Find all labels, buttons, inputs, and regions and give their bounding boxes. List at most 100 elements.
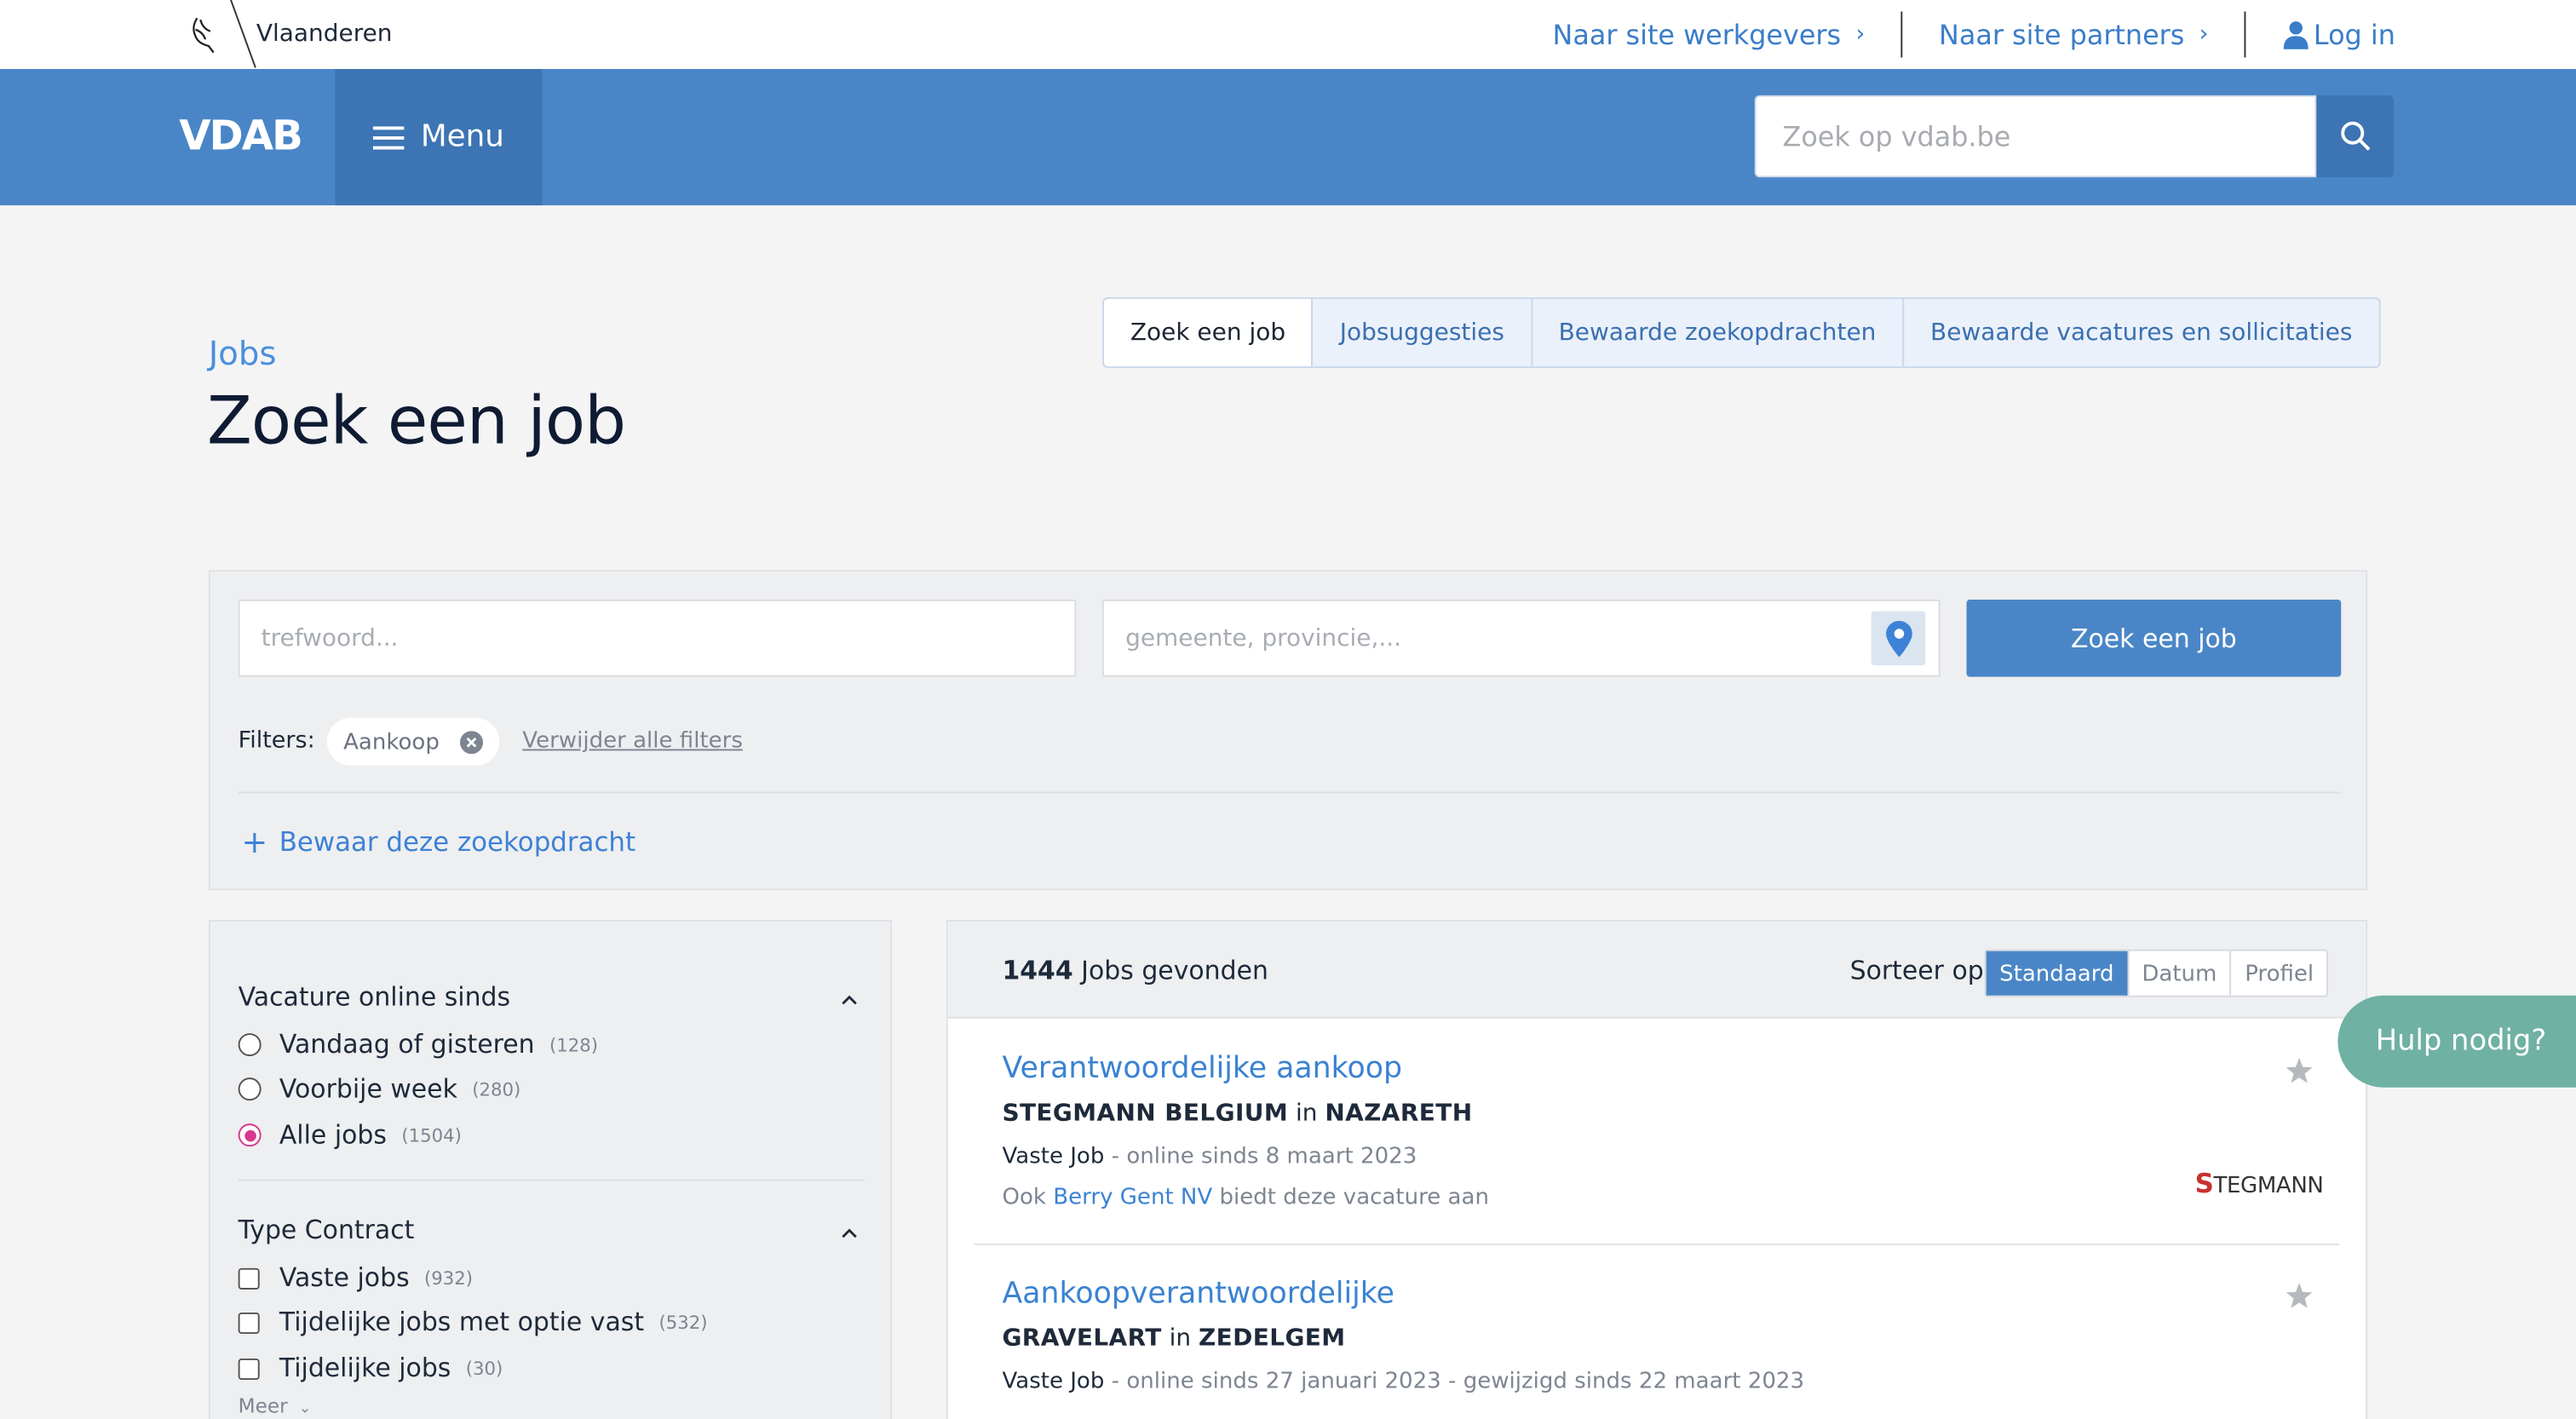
star-icon[interactable] [2286, 1058, 2314, 1084]
more-options-link[interactable]: Meer ⌄ [239, 1394, 312, 1417]
divider [2244, 11, 2246, 58]
job-also-offered: Ook Berry Gent NV biedt deze vacature aa… [1002, 1185, 1489, 1211]
sort-options: Standaard Datum Profiel [1984, 949, 2329, 997]
also-suffix: biedt deze vacature aan [1212, 1184, 1489, 1211]
menu-label: Menu [420, 119, 504, 155]
link-site-employers[interactable]: Naar site werkgevers › [1553, 19, 1866, 50]
sort-standard[interactable]: Standaard [1986, 951, 2127, 996]
lion-icon [193, 17, 215, 54]
job-type: Vaste Job [1002, 1368, 1105, 1395]
facet-online-since-title[interactable]: Vacature online sinds [239, 982, 510, 1012]
company-logo-text: TEGMANN [2213, 1173, 2324, 1199]
company-name: GRAVELART [1002, 1325, 1162, 1353]
company-in: in [1169, 1325, 1192, 1353]
divider [238, 1179, 865, 1181]
option-label: Vandaag of gisteren [279, 1030, 535, 1060]
more-label: Meer [238, 1394, 288, 1418]
job-type: Vaste Job [1002, 1143, 1105, 1170]
checkbox[interactable] [238, 1357, 260, 1380]
job-title-link[interactable]: Aankoopverantwoordelijke [1002, 1277, 1394, 1312]
search-job-button[interactable]: Zoek een job [1966, 599, 2342, 677]
link-site-partners[interactable]: Naar site partners › [1939, 19, 2208, 50]
tab-job-suggestions[interactable]: Jobsuggesties [1311, 299, 1531, 367]
logo-divider [230, 0, 256, 68]
location-pin-button[interactable] [1871, 611, 1926, 666]
save-search-link[interactable]: + Bewaar deze zoekopdracht [242, 826, 636, 858]
help-button[interactable]: Hulp nodig? [2337, 995, 2576, 1088]
remove-all-filters-link[interactable]: Verwijder alle filters [522, 727, 743, 754]
job-company: GRAVELART in ZEDELGEM [1002, 1325, 1345, 1352]
job-search-panel: Zoek een job Filters: Aankoop Verwijder … [208, 570, 2368, 891]
filters-label: Filters: [238, 727, 315, 755]
radio-button-selected[interactable] [238, 1123, 262, 1147]
login-link[interactable]: Log in [2282, 19, 2395, 50]
results-header: 1444 Jobs gevonden Sorteer op Standaard … [947, 921, 2366, 1019]
sort-date[interactable]: Datum [2126, 951, 2230, 996]
job-location: ZEDELGEM [1199, 1325, 1346, 1353]
filter-sidebar: Vacature online sinds Vandaag of gistere… [208, 920, 893, 1419]
also-company-link[interactable]: Berry Gent NV [1053, 1185, 1212, 1211]
radio-today[interactable]: Vandaag of gisteren (128) [238, 1030, 599, 1060]
chevron-up-icon[interactable] [841, 994, 857, 1007]
checkbox[interactable] [238, 1311, 260, 1334]
main-header: VDAB Menu [0, 69, 2576, 206]
company-logo: STEGMANN [2195, 1168, 2324, 1199]
sort-profile[interactable]: Profiel [2229, 951, 2327, 996]
job-location: NAZARETH [1325, 1100, 1473, 1128]
login-label: Log in [2313, 19, 2395, 50]
option-label: Alle jobs [279, 1120, 387, 1151]
chevron-up-icon[interactable] [841, 1227, 857, 1240]
facet-contract-title[interactable]: Type Contract [239, 1215, 415, 1245]
remove-filter-icon[interactable] [459, 730, 483, 754]
company-in: in [1295, 1100, 1318, 1128]
search-icon [2340, 121, 2370, 151]
checkbox-temp-option-permanent[interactable]: Tijdelijke jobs met optie vast (532) [238, 1307, 708, 1337]
sort-label: Sorteer op [1849, 956, 1984, 986]
radio-last-week[interactable]: Voorbije week (280) [238, 1074, 520, 1105]
chevron-right-icon: › [2199, 21, 2209, 48]
keyword-input[interactable] [238, 599, 1077, 677]
menu-button[interactable]: Menu [335, 69, 543, 206]
top-links: Naar site werkgevers › Naar site partner… [1553, 0, 2395, 69]
radio-all-jobs[interactable]: Alle jobs (1504) [238, 1120, 462, 1151]
divider [974, 1243, 2340, 1245]
company-name: STEGMANN BELGIUM [1002, 1100, 1289, 1128]
tab-saved-vacancies[interactable]: Bewaarde vacatures en sollicitaties [1902, 299, 2378, 367]
user-icon [2284, 21, 2309, 49]
results-count-label: Jobs gevonden [1081, 956, 1268, 986]
filter-chip: Aankoop [326, 717, 499, 766]
site-search-button[interactable] [2316, 95, 2394, 178]
checkbox-temporary[interactable]: Tijdelijke jobs (30) [238, 1353, 503, 1383]
also-prefix: Ook [1002, 1184, 1054, 1211]
tab-search-job[interactable]: Zoek een job [1104, 299, 1312, 367]
option-label: Vaste jobs [279, 1263, 410, 1293]
chevron-down-icon: ⌄ [298, 1401, 312, 1418]
radio-button[interactable] [238, 1033, 262, 1057]
job-meta: Vaste Job - online sinds 27 januari 2023… [1002, 1369, 1804, 1395]
vdab-logo[interactable]: VDAB [179, 112, 303, 159]
tab-saved-searches[interactable]: Bewaarde zoekopdrachten [1530, 299, 1902, 367]
job-title-link[interactable]: Verantwoordelijke aankoop [1002, 1051, 1402, 1086]
job-meta: Vaste Job - online sinds 8 maart 2023 [1002, 1143, 1417, 1169]
option-label: Tijdelijke jobs met optie vast [279, 1307, 645, 1337]
location-input[interactable] [1102, 599, 1941, 677]
star-icon[interactable] [2286, 1283, 2314, 1309]
link-site-partners-label: Naar site partners [1939, 19, 2185, 50]
map-pin-icon [1885, 620, 1912, 657]
option-label: Voorbije week [279, 1074, 457, 1105]
results-panel: 1444 Jobs gevonden Sorteer op Standaard … [946, 920, 2368, 1419]
checkbox[interactable] [238, 1267, 260, 1289]
site-search [1754, 95, 2394, 178]
divider [1900, 11, 1903, 58]
radio-button[interactable] [238, 1077, 262, 1101]
chevron-right-icon: › [1855, 21, 1866, 48]
option-count: (932) [424, 1267, 474, 1289]
checkbox-permanent[interactable]: Vaste jobs (932) [238, 1263, 474, 1293]
vlaanderen-logo[interactable]: Vlaanderen [187, 0, 393, 69]
option-count: (128) [549, 1034, 599, 1056]
job-date: - online sinds 27 januari 2023 - gewijzi… [1104, 1368, 1805, 1395]
results-count: 1444 Jobs gevonden [1002, 956, 1268, 985]
breadcrumb[interactable]: Jobs [209, 334, 277, 373]
filter-chip-label: Aankoop [343, 728, 440, 755]
site-search-input[interactable] [1754, 95, 2317, 178]
